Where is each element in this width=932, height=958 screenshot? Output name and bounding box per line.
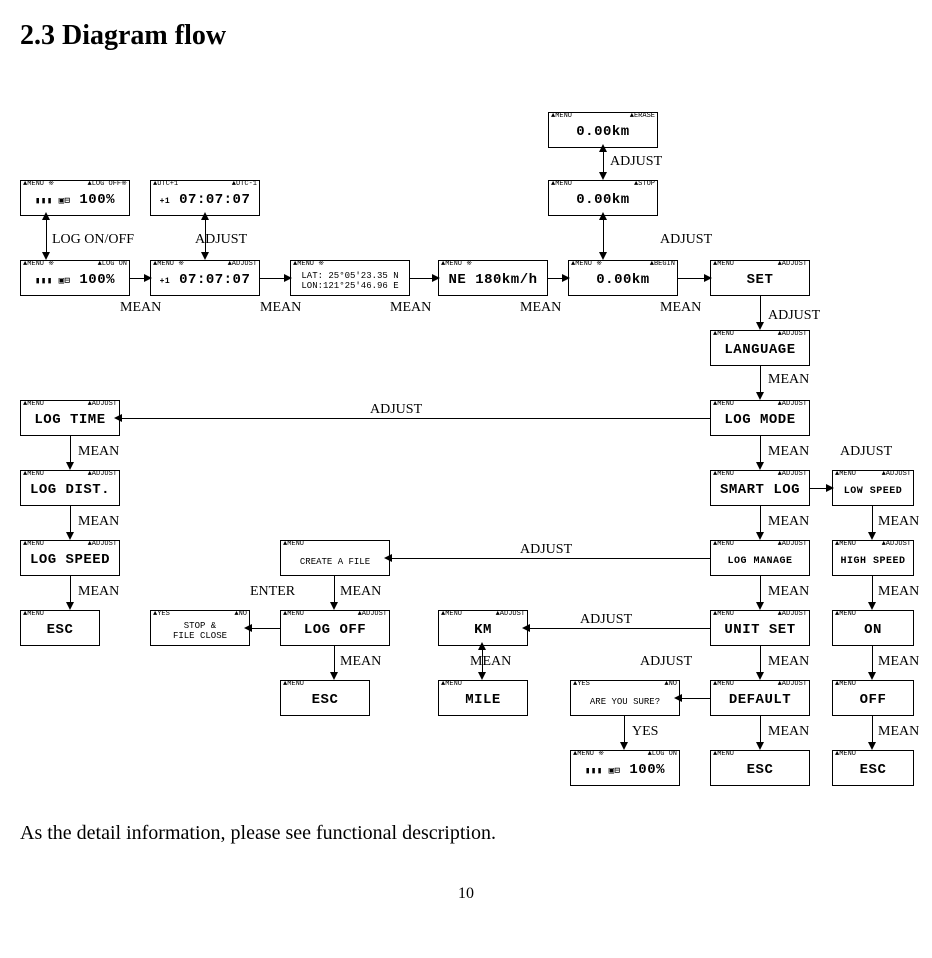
label-adjust: ADJUST bbox=[840, 444, 892, 460]
label-mean: MEAN bbox=[878, 584, 919, 600]
screen-smart-log: ▲MENU▲ADJUST SMART LOG bbox=[710, 470, 810, 506]
screen-log-off: ▲MENU▲ADJUST LOG OFF bbox=[280, 610, 390, 646]
label-enter: ENTER bbox=[250, 584, 295, 600]
label-mean: MEAN bbox=[768, 514, 809, 530]
screen-log-dist: ▲MENU▲ADJUST LOG DIST. bbox=[20, 470, 120, 506]
label-mean: MEAN bbox=[768, 372, 809, 388]
label-mean: MEAN bbox=[340, 654, 381, 670]
screen-km: ▲MENU▲ADJUST KM bbox=[438, 610, 528, 646]
label-adjust: ADJUST bbox=[195, 232, 247, 248]
label-mean: MEAN bbox=[660, 300, 701, 316]
label-adjust: ADJUST bbox=[520, 542, 572, 558]
screen-time-main: ▲MENU ※▲ADJUST +1 07:07:07 bbox=[150, 260, 260, 296]
label-adjust: ADJUST bbox=[660, 232, 712, 248]
screen-logon-100-b: ▲MENU ※▲LOG ON ▮▮▮ ▣⊟ 100% bbox=[570, 750, 680, 786]
screen-log-manage: ▲MENU▲ADJUST LOG MANAGE bbox=[710, 540, 810, 576]
label-mean: MEAN bbox=[768, 654, 809, 670]
body-text: As the detail information, please see fu… bbox=[20, 822, 912, 845]
label-mean: MEAN bbox=[390, 300, 431, 316]
label-mean: MEAN bbox=[78, 514, 119, 530]
label-mean: MEAN bbox=[768, 584, 809, 600]
label-mean: MEAN bbox=[520, 300, 561, 316]
screen-ne180: ▲MENU ※ NE 180km/h bbox=[438, 260, 548, 296]
screen-esc-2: ▲MENU ESC bbox=[280, 680, 370, 716]
diagram-flow: ▲MENU▲ERASE 0.00km ADJUST ▲MENU▲STOP 0.0… bbox=[20, 72, 912, 792]
screen-mile: ▲MENU MILE bbox=[438, 680, 528, 716]
screen-unit-set: ▲MENU▲ADJUST UNIT SET bbox=[710, 610, 810, 646]
page-number: 10 bbox=[20, 885, 912, 903]
screen-erase-km: ▲MENU▲ERASE 0.00km bbox=[548, 112, 658, 148]
label-mean: MEAN bbox=[878, 724, 919, 740]
label-mean: MEAN bbox=[78, 584, 119, 600]
screen-utc-time-top: ▲UTC+1▲UTC-1 +1 07:07:07 bbox=[150, 180, 260, 216]
label-mean: MEAN bbox=[768, 724, 809, 740]
screen-log-time: ▲MENU▲ADJUST LOG TIME bbox=[20, 400, 120, 436]
screen-high-speed: ▲MENU▲ADJUST HIGH SPEED bbox=[832, 540, 914, 576]
screen-off: ▲MENU OFF bbox=[832, 680, 914, 716]
label-mean: MEAN bbox=[878, 654, 919, 670]
label-yes: YES bbox=[632, 724, 658, 740]
screen-logon-100: ▲MENU ※▲LOG ON ▮▮▮ ▣⊟ 100% bbox=[20, 260, 130, 296]
section-heading: 2.3 Diagram flow bbox=[20, 20, 912, 52]
label-adjust: ADJUST bbox=[580, 612, 632, 628]
label-mean: MEAN bbox=[78, 444, 119, 460]
screen-log-speed: ▲MENU▲ADJUST LOG SPEED bbox=[20, 540, 120, 576]
screen-low-speed: ▲MENU▲ADJUST LOW SPEED bbox=[832, 470, 914, 506]
label-mean: MEAN bbox=[470, 654, 511, 670]
label-mean: MEAN bbox=[260, 300, 301, 316]
label-adjust: ADJUST bbox=[610, 154, 662, 170]
screen-are-you-sure: ▲YES▲NO ARE YOU SURE? bbox=[570, 680, 680, 716]
screen-on: ▲MENU ON bbox=[832, 610, 914, 646]
label-adjust: ADJUST bbox=[640, 654, 692, 670]
screen-set: ▲MENU▲ADJUST SET bbox=[710, 260, 810, 296]
screen-default: ▲MENU▲ADJUST DEFAULT bbox=[710, 680, 810, 716]
label-mean: MEAN bbox=[120, 300, 161, 316]
screen-create-file: ▲MENU CREATE A FILE bbox=[280, 540, 390, 576]
screen-stop-km: ▲MENU▲STOP 0.00km bbox=[548, 180, 658, 216]
screen-esc-3: ▲MENU ESC bbox=[710, 750, 810, 786]
screen-esc-4: ▲MENU ESC bbox=[832, 750, 914, 786]
screen-stop-file-close: ▲YES▲NO STOP & FILE CLOSE bbox=[150, 610, 250, 646]
label-mean: MEAN bbox=[768, 444, 809, 460]
screen-log-mode: ▲MENU▲ADJUST LOG MODE bbox=[710, 400, 810, 436]
screen-begin-km: ▲MENU ※▲BEGIN 0.00km bbox=[568, 260, 678, 296]
screen-language: ▲MENU▲ADJUST LANGUAGE bbox=[710, 330, 810, 366]
screen-esc-1: ▲MENU ESC bbox=[20, 610, 100, 646]
screen-latlon: ▲MENU ※ LAT: 25°05'23.35 N LON:121°25'46… bbox=[290, 260, 410, 296]
label-log-onoff: LOG ON/OFF bbox=[52, 232, 134, 248]
label-adjust: ADJUST bbox=[768, 308, 820, 324]
label-mean: MEAN bbox=[340, 584, 381, 600]
label-adjust: ADJUST bbox=[370, 402, 422, 418]
label-mean: MEAN bbox=[878, 514, 919, 530]
screen-logoff-100: ▲MENU ※▲LOG OFF※ ▮▮▮ ▣⊟ 100% bbox=[20, 180, 130, 216]
